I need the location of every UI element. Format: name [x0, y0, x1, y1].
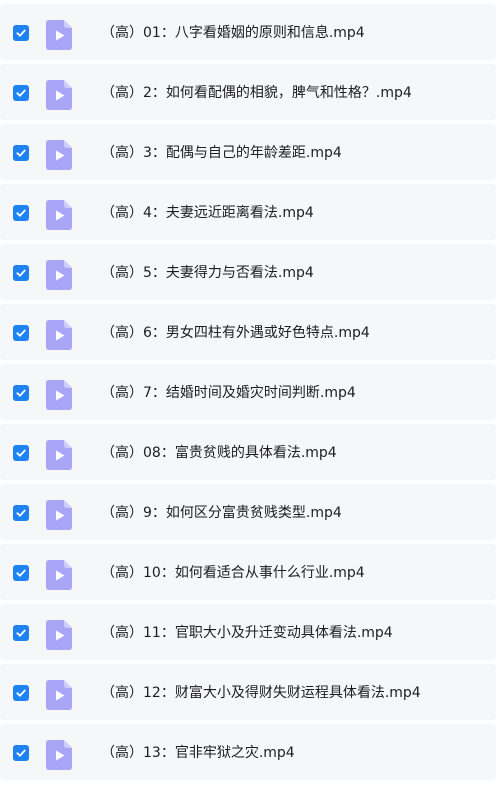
video-file-icon: [46, 380, 72, 410]
checkbox[interactable]: [13, 445, 29, 461]
checkmark-icon: [16, 449, 26, 457]
file-name: （高）10：如何看适合从事什么行业.mp4: [101, 565, 365, 581]
checkmark-icon: [16, 209, 26, 217]
checkmark-icon: [16, 509, 26, 517]
checkbox[interactable]: [13, 685, 29, 701]
file-row[interactable]: （高）10：如何看适合从事什么行业.mp4: [0, 544, 496, 600]
checkbox[interactable]: [13, 265, 29, 281]
file-row[interactable]: （高）13：官非牢狱之灾.mp4: [0, 724, 496, 780]
file-name: （高）12：财富大小及得财失财运程具体看法.mp4: [101, 685, 421, 701]
checkbox[interactable]: [13, 385, 29, 401]
video-file-icon: [46, 440, 72, 470]
file-row[interactable]: （高）4：夫妻远近距离看法.mp4: [0, 184, 496, 240]
checkmark-icon: [16, 89, 26, 97]
file-row[interactable]: （高）7：结婚时间及婚灾时间判断.mp4: [0, 364, 496, 420]
file-name: （高）4：夫妻远近距离看法.mp4: [101, 205, 314, 221]
file-name: （高）9：如何区分富贵贫贱类型.mp4: [101, 505, 342, 521]
checkbox[interactable]: [13, 85, 29, 101]
file-name: （高）11：官职大小及升迁变动具体看法.mp4: [101, 625, 393, 641]
video-file-icon: [46, 320, 72, 350]
video-file-icon: [46, 500, 72, 530]
file-name: （高）08：富贵贫贱的具体看法.mp4: [101, 445, 337, 461]
checkbox[interactable]: [13, 325, 29, 341]
file-name: （高）01：八字看婚姻的原则和信息.mp4: [101, 25, 365, 41]
checkbox[interactable]: [13, 25, 29, 41]
file-name: （高）5：夫妻得力与否看法.mp4: [101, 265, 314, 281]
file-row[interactable]: （高）3：配偶与自己的年龄差距.mp4: [0, 124, 496, 180]
file-name: （高）2：如何看配偶的相貌，脾气和性格？.mp4: [101, 85, 412, 101]
file-list: （高）01：八字看婚姻的原则和信息.mp4 （高）2：如何看配偶的相貌，脾气和性…: [0, 4, 496, 784]
checkmark-icon: [16, 269, 26, 277]
file-name: （高）3：配偶与自己的年龄差距.mp4: [101, 145, 342, 161]
video-file-icon: [46, 140, 72, 170]
checkmark-icon: [16, 689, 26, 697]
file-name: （高）7：结婚时间及婚灾时间判断.mp4: [101, 385, 356, 401]
checkbox[interactable]: [13, 565, 29, 581]
checkbox[interactable]: [13, 145, 29, 161]
checkmark-icon: [16, 389, 26, 397]
file-row[interactable]: （高）01：八字看婚姻的原则和信息.mp4: [0, 4, 496, 60]
video-file-icon: [46, 260, 72, 290]
file-row[interactable]: （高）2：如何看配偶的相貌，脾气和性格？.mp4: [0, 64, 496, 120]
file-row[interactable]: （高）5：夫妻得力与否看法.mp4: [0, 244, 496, 300]
file-row[interactable]: （高）08：富贵贫贱的具体看法.mp4: [0, 424, 496, 480]
checkmark-icon: [16, 149, 26, 157]
checkmark-icon: [16, 749, 26, 757]
video-file-icon: [46, 20, 72, 50]
file-row[interactable]: （高）12：财富大小及得财失财运程具体看法.mp4: [0, 664, 496, 720]
checkbox[interactable]: [13, 505, 29, 521]
file-name: （高）13：官非牢狱之灾.mp4: [101, 745, 295, 761]
checkmark-icon: [16, 29, 26, 37]
checkmark-icon: [16, 629, 26, 637]
file-row[interactable]: （高）6：男女四柱有外遇或好色特点.mp4: [0, 304, 496, 360]
file-name: （高）6：男女四柱有外遇或好色特点.mp4: [101, 325, 370, 341]
video-file-icon: [46, 560, 72, 590]
video-file-icon: [46, 740, 72, 770]
checkbox[interactable]: [13, 625, 29, 641]
checkbox[interactable]: [13, 205, 29, 221]
checkmark-icon: [16, 329, 26, 337]
checkmark-icon: [16, 569, 26, 577]
video-file-icon: [46, 200, 72, 230]
video-file-icon: [46, 80, 72, 110]
video-file-icon: [46, 620, 72, 650]
checkbox[interactable]: [13, 745, 29, 761]
video-file-icon: [46, 680, 72, 710]
file-row[interactable]: （高）11：官职大小及升迁变动具体看法.mp4: [0, 604, 496, 660]
file-row[interactable]: （高）9：如何区分富贵贫贱类型.mp4: [0, 484, 496, 540]
